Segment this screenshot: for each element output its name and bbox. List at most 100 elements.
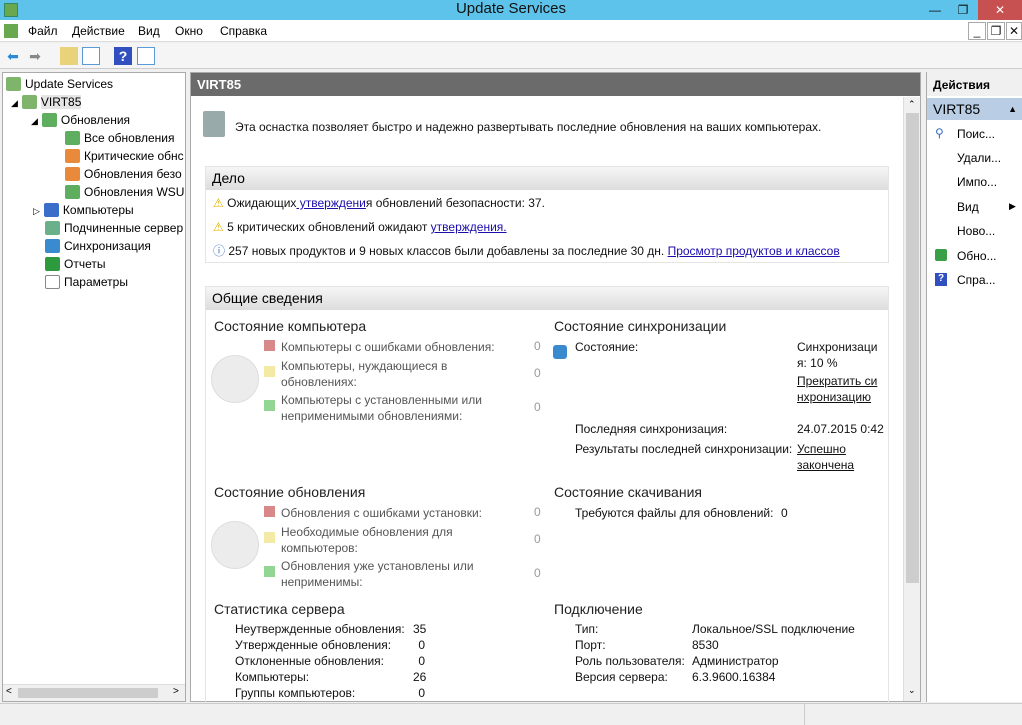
- tree-item-reports[interactable]: Отчеты: [45, 255, 105, 273]
- actions-pane: Действия VIRT85 ▲ ⚲ Поис... Удали... Импо…: [926, 72, 1022, 702]
- action-help[interactable]: Спра...: [957, 273, 996, 287]
- stop-sync-link[interactable]: Прекратить синхронизацию: [797, 373, 881, 405]
- tree-label: Обновления безо: [84, 167, 182, 181]
- tree-item-server[interactable]: ◢ VIRT85: [11, 93, 82, 111]
- sync-status-title: Состояние синхронизации: [554, 318, 727, 334]
- approval-link[interactable]: утверждения.: [431, 220, 507, 234]
- tree-label: Отчеты: [64, 257, 106, 271]
- todo-item-critical: ⚠ 5 критических обновлений ожидают утвер…: [213, 220, 507, 234]
- server-stack-icon: [203, 111, 225, 137]
- updates-icon: [65, 131, 80, 145]
- help-icon[interactable]: ?: [114, 47, 132, 65]
- view-products-link[interactable]: Просмотр продуктов и классов: [668, 244, 840, 258]
- toolbar: ⬅ ➡ ?: [0, 43, 1022, 69]
- stat-value: Администратор: [692, 654, 779, 668]
- scroll-right-icon[interactable]: >: [173, 686, 179, 697]
- child-close-button[interactable]: ✕: [1006, 22, 1022, 40]
- last-sync-label: Последняя синхронизация:: [575, 422, 728, 436]
- tree-label: Компьютеры: [62, 203, 134, 217]
- sync-state-label: Состояние:: [575, 340, 639, 354]
- expanded-icon[interactable]: ◢: [11, 98, 18, 108]
- stat-value: 8530: [692, 638, 719, 652]
- back-icon[interactable]: ⬅: [4, 47, 22, 65]
- tree-item-updates[interactable]: ◢ Обновления: [31, 111, 130, 129]
- action-refresh[interactable]: Обно...: [957, 249, 997, 263]
- menu-file[interactable]: Файл: [28, 24, 58, 38]
- download-value: 0: [781, 506, 788, 520]
- tree-horizontal-scrollbar[interactable]: < >: [3, 684, 185, 701]
- tree-item-update-services[interactable]: Update Services: [6, 75, 113, 93]
- scroll-down-icon[interactable]: ⌄: [908, 685, 916, 696]
- menu-view[interactable]: Вид: [138, 24, 160, 38]
- sync-state-value: Синхронизация: 10 %: [797, 340, 878, 370]
- menu-action[interactable]: Действие: [72, 24, 125, 38]
- menu-window[interactable]: Окно: [175, 24, 203, 38]
- tree-item-wsus-updates[interactable]: Обновления WSUS: [65, 183, 185, 201]
- tree-label: Синхронизация: [64, 239, 151, 253]
- main-pane: VIRT85 Эта оснастка позволяет быстро и н…: [190, 72, 921, 706]
- download-label: Требуются файлы для обновлений:: [575, 506, 774, 520]
- main-vertical-scrollbar[interactable]: ⌃ ⌄: [903, 97, 920, 701]
- computers-icon: [43, 203, 59, 217]
- child-restore-button[interactable]: ❐: [987, 22, 1005, 40]
- stat-label: Тип:: [575, 622, 599, 636]
- warning-icon: ⚠: [213, 196, 224, 210]
- updates-icon: [65, 185, 80, 199]
- legend-label: Необходимые обновления для компьютеров:: [281, 525, 453, 555]
- action-search[interactable]: Поис...: [957, 127, 995, 141]
- tree-item-downstream-servers[interactable]: Подчиненные сервер: [45, 219, 185, 237]
- tree-item-security-updates[interactable]: Обновления безо: [65, 165, 185, 183]
- scroll-left-icon[interactable]: <: [6, 686, 12, 697]
- scroll-up-icon[interactable]: ⌃: [908, 99, 916, 110]
- legend-label: Компьютеры с ошибками обновления:: [281, 340, 495, 354]
- show-hide-action-pane-icon[interactable]: [137, 47, 155, 65]
- forward-icon[interactable]: ➡: [26, 47, 44, 65]
- scroll-thumb[interactable]: [906, 113, 919, 583]
- pane-header: VIRT85: [191, 73, 920, 96]
- security-updates-icon: [65, 167, 80, 181]
- maximize-button[interactable]: ❐: [950, 0, 976, 20]
- show-hide-tree-icon[interactable]: [82, 47, 100, 65]
- legend-label: Компьютеры с установленными или непримен…: [281, 393, 482, 423]
- sync-icon: [553, 345, 567, 359]
- expanded-icon[interactable]: ◢: [31, 116, 38, 126]
- title-bar: Update Services — ❐ ✕: [0, 0, 1022, 20]
- tree-item-critical-updates[interactable]: Критические обнс: [65, 147, 185, 165]
- minimize-button[interactable]: —: [922, 0, 948, 20]
- action-delete[interactable]: Удали...: [957, 151, 1001, 165]
- stat-label: Отклоненные обновления:: [235, 654, 384, 668]
- menu-help[interactable]: Справка: [220, 24, 267, 38]
- stat-label: Версия сервера:: [575, 670, 668, 684]
- up-folder-icon[interactable]: [60, 47, 78, 65]
- stat-label: Группы компьютеров:: [235, 686, 356, 700]
- legend-swatch: [264, 366, 275, 377]
- tree-item-computers[interactable]: ▷ Компьютеры: [33, 201, 134, 219]
- wsus-icon: [6, 77, 21, 91]
- legend-value: 0: [534, 366, 541, 380]
- action-import[interactable]: Импо...: [957, 175, 997, 189]
- stat-value: 0: [418, 654, 425, 668]
- close-button[interactable]: ✕: [978, 0, 1022, 20]
- last-sync-result-label: Результаты последней синхронизации:: [575, 442, 793, 456]
- tree-item-synchronization[interactable]: Синхронизация: [45, 237, 151, 255]
- actions-group-header[interactable]: VIRT85 ▲: [927, 98, 1022, 120]
- tree-label: Обновления WSUS: [84, 185, 185, 199]
- stat-value: 0: [418, 686, 425, 700]
- stat-label: Роль пользователя:: [575, 654, 685, 668]
- todo-item-products: ⓘ 257 новых продуктов и 9 новых классов …: [213, 244, 840, 258]
- tree-label: Update Services: [25, 77, 114, 91]
- collapsed-icon[interactable]: ▷: [33, 206, 40, 216]
- tree-item-all-updates[interactable]: Все обновления: [65, 129, 185, 147]
- action-view[interactable]: Вид: [957, 200, 979, 214]
- collapse-icon[interactable]: ▲: [1008, 104, 1017, 114]
- legend-value: 0: [534, 532, 541, 546]
- sync-result-link[interactable]: Успешно закончена: [797, 441, 867, 473]
- child-minimize-button[interactable]: _: [968, 22, 986, 40]
- action-new-window[interactable]: Ново...: [957, 224, 995, 238]
- legend-value: 0: [534, 339, 541, 353]
- server-stats-title: Статистика сервера: [214, 601, 345, 617]
- approval-link[interactable]: утверждени: [296, 196, 366, 210]
- scroll-thumb[interactable]: [18, 688, 158, 698]
- tree-item-options[interactable]: Параметры: [45, 273, 128, 291]
- stat-label: Утвержденные обновления:: [235, 638, 392, 652]
